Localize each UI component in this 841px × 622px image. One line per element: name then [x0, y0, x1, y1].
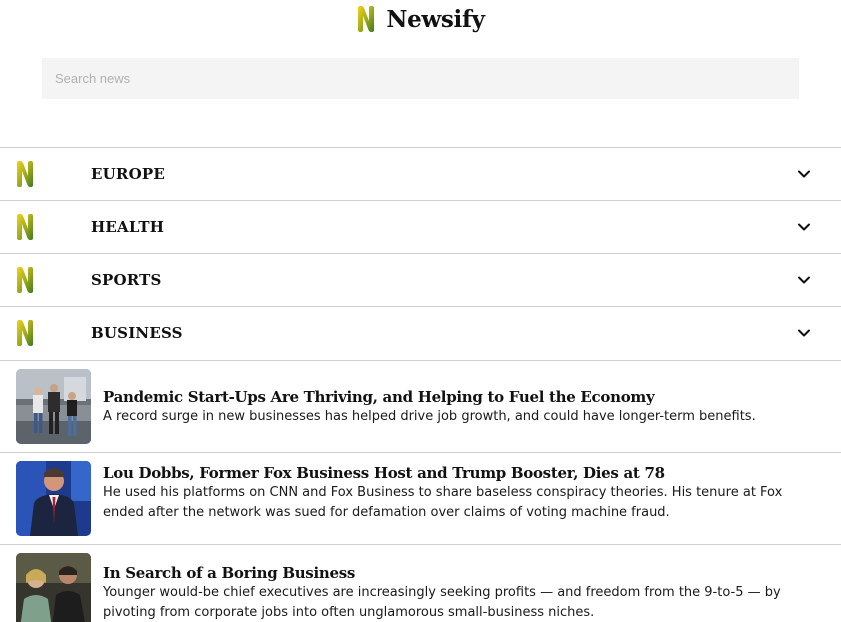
article-thumbnail[interactable] — [16, 553, 91, 622]
article-item[interactable]: In Search of a Boring Business Younger w… — [0, 544, 841, 622]
article-text: Lou Dobbs, Former Fox Business Host and … — [103, 463, 821, 523]
article-item[interactable]: Pandemic Start-Ups Are Thriving, and Hel… — [0, 360, 841, 452]
category-row-sports[interactable]: SPORTS — [0, 253, 841, 306]
chevron-down-icon[interactable] — [797, 326, 811, 340]
newsify-logo-icon — [17, 161, 33, 187]
article-thumbnail[interactable] — [16, 461, 91, 536]
article-summary: He used his platforms on CNN and Fox Bus… — [103, 485, 783, 520]
article-headline[interactable]: In Search of a Boring Business — [103, 563, 821, 583]
newsify-logo-icon — [17, 267, 33, 293]
article-summary: A record surge in new businesses has hel… — [103, 409, 756, 424]
category-label: HEALTH — [91, 218, 165, 236]
chevron-down-icon[interactable] — [797, 273, 811, 287]
category-label: BUSINESS — [91, 324, 183, 342]
category-row-europe[interactable]: EUROPE — [0, 147, 841, 200]
search-input[interactable] — [42, 58, 799, 99]
article-thumbnail[interactable] — [16, 369, 91, 444]
article-summary: Younger would-be chief executives are in… — [103, 585, 781, 620]
article-list: Pandemic Start-Ups Are Thriving, and Hel… — [0, 360, 841, 622]
newsify-logo-icon — [17, 214, 33, 240]
category-row-business[interactable]: BUSINESS — [0, 306, 841, 359]
category-label: SPORTS — [91, 271, 162, 289]
newsify-logo-icon — [17, 320, 33, 346]
chevron-down-icon[interactable] — [797, 220, 811, 234]
brand-name: Newsify — [386, 5, 485, 33]
article-text: Pandemic Start-Ups Are Thriving, and Hel… — [103, 387, 821, 427]
brand-header: Newsify — [0, 4, 841, 34]
category-list: EUROPE HEALTH SPORTS BUSINESS — [0, 147, 841, 359]
article-text: In Search of a Boring Business Younger w… — [103, 563, 821, 622]
category-label: EUROPE — [91, 165, 165, 183]
chevron-down-icon[interactable] — [797, 167, 811, 181]
newsify-app: Newsify EUROPE HEALTH SPO — [0, 0, 841, 622]
article-item[interactable]: Lou Dobbs, Former Fox Business Host and … — [0, 452, 841, 544]
newsify-logo-icon — [358, 6, 375, 32]
category-row-health[interactable]: HEALTH — [0, 200, 841, 253]
article-headline[interactable]: Lou Dobbs, Former Fox Business Host and … — [103, 463, 821, 483]
article-headline[interactable]: Pandemic Start-Ups Are Thriving, and Hel… — [103, 387, 821, 407]
